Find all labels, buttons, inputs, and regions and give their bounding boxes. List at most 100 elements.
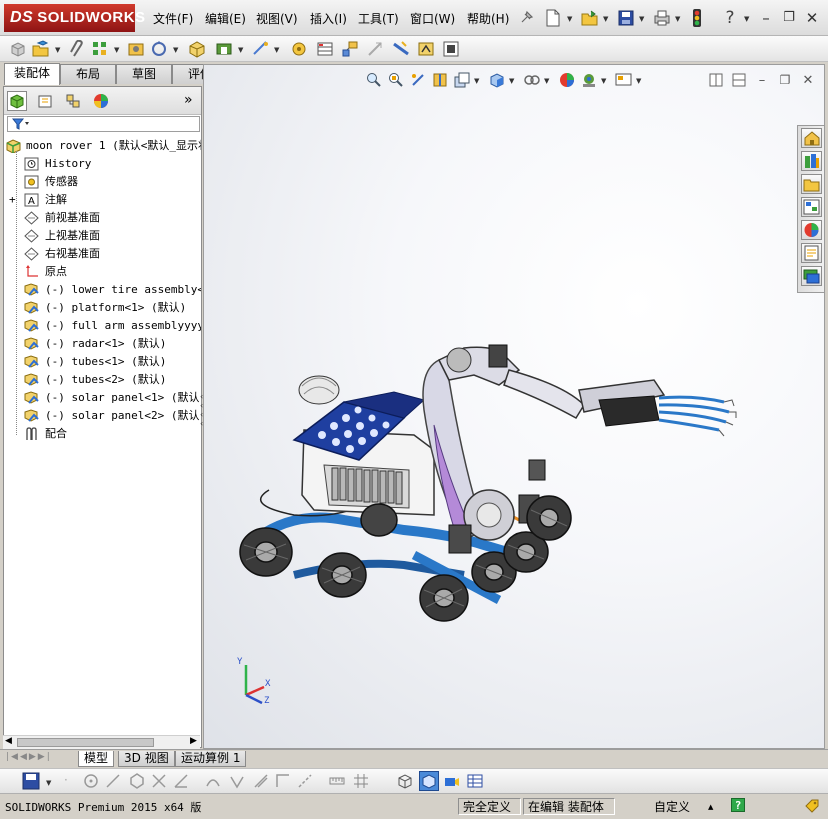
close-window-icon[interactable]: ✕ (803, 9, 821, 27)
doc-restore-icon[interactable]: ❐ (775, 70, 795, 90)
doc-close-icon[interactable]: ✕ (798, 70, 818, 90)
design-library-icon[interactable] (801, 151, 822, 171)
tree-item[interactable]: 上视基准面 (4, 227, 201, 245)
camera-icon[interactable] (443, 772, 463, 792)
display-style-icon[interactable] (522, 70, 542, 90)
ruler-icon[interactable] (328, 772, 348, 792)
tree-item[interactable]: 配合 (4, 425, 201, 443)
chevron-down-icon[interactable]: ▼ (46, 779, 51, 787)
tab-scroll-arrows-icon[interactable]: |◀◀▶▶| (6, 752, 52, 762)
exploded-view-icon[interactable] (340, 39, 360, 59)
circle-tool-icon[interactable] (82, 772, 102, 792)
graphics-area[interactable]: ▼ ▼ ▼ ▼ ▼ – ❐ ✕ Y X Z (203, 64, 825, 749)
tab-3d-views[interactable]: 3D 视图 (118, 751, 175, 767)
smart-fasteners-icon[interactable] (126, 39, 146, 59)
tree-item[interactable]: 原点 (4, 263, 201, 281)
chevron-down-icon[interactable]: ▼ (636, 77, 641, 85)
tree-item[interactable]: (-) lower tire assembly<1> (默认) (4, 281, 201, 299)
tile-vertical-icon[interactable] (729, 70, 749, 90)
new-document-icon[interactable] (543, 8, 563, 28)
section-view-icon[interactable] (430, 70, 450, 90)
tab-motion-study[interactable]: 运动算例 1 (175, 751, 247, 767)
custom-properties-icon[interactable] (801, 243, 822, 263)
chevron-down-icon[interactable]: ▼ (544, 77, 549, 85)
corner-tool-icon[interactable] (274, 772, 294, 792)
chevron-down-icon[interactable]: ▼ (744, 15, 749, 23)
solidworks-forum-icon[interactable] (801, 266, 822, 286)
tree-item[interactable]: 传感器 (4, 173, 201, 191)
reference-geometry-icon[interactable] (251, 39, 271, 59)
tree-item[interactable]: (-) platform<1> (默认) (4, 299, 201, 317)
doc-minimize-icon[interactable]: – (752, 70, 772, 90)
scroll-right-icon[interactable]: ▶ (190, 736, 197, 746)
grid-icon[interactable] (352, 772, 372, 792)
tab-sketch[interactable]: 草图 (116, 64, 172, 84)
property-manager-tab-icon[interactable] (35, 91, 55, 111)
menu-help[interactable]: 帮助(H) (467, 10, 509, 27)
point-icon[interactable]: · (64, 773, 68, 787)
expand-node-icon[interactable]: + (9, 191, 16, 209)
help-icon[interactable]: ? (720, 8, 740, 28)
chevron-down-icon[interactable]: ▼ (675, 15, 680, 23)
feature-manager-tab-icon[interactable] (7, 91, 27, 111)
chevron-down-icon[interactable]: ▼ (238, 46, 243, 54)
linear-pattern-icon[interactable] (90, 39, 110, 59)
take-snapshot-icon[interactable] (441, 39, 461, 59)
tree-horizontal-scrollbar[interactable]: ◀ ▶ (3, 735, 200, 749)
bill-of-materials-icon[interactable] (315, 39, 335, 59)
previous-view-icon[interactable] (408, 70, 428, 90)
line-tool-icon[interactable] (104, 772, 124, 792)
tab-assembly[interactable]: 装配体 (4, 63, 60, 85)
view-palette-icon[interactable] (801, 197, 822, 217)
tile-horizontal-icon[interactable] (706, 70, 726, 90)
tree-item[interactable]: + A 注解 (4, 191, 201, 209)
shaded-box-icon[interactable] (419, 771, 439, 791)
open-file-icon[interactable] (580, 8, 600, 28)
new-motion-study-icon[interactable] (289, 39, 309, 59)
view-orientation-icon[interactable] (487, 70, 507, 90)
configuration-manager-tab-icon[interactable] (63, 91, 83, 111)
solidworks-resources-icon[interactable] (801, 128, 822, 148)
menu-tools[interactable]: 工具(T) (358, 10, 399, 27)
zoom-to-fit-icon[interactable] (364, 70, 384, 90)
restore-window-icon[interactable]: ❐ (780, 9, 798, 27)
polygon-tool-icon[interactable] (128, 772, 148, 792)
mate-paperclip-icon[interactable] (67, 39, 87, 59)
tree-item[interactable]: 前视基准面 (4, 209, 201, 227)
chevron-down-icon[interactable]: ▼ (601, 77, 606, 85)
menu-file[interactable]: 文件(F) (153, 10, 193, 27)
display-manager-tab-icon[interactable] (91, 91, 111, 111)
tree-item[interactable]: (-) tubes<2> (默认) (4, 371, 201, 389)
relation-tool-icon[interactable] (228, 772, 248, 792)
offset-tool-icon[interactable] (252, 772, 272, 792)
chevron-down-icon[interactable]: ▼ (173, 46, 178, 54)
wireframe-box-icon[interactable] (396, 772, 416, 792)
tree-item[interactable]: (-) radar<1> (默认) (4, 335, 201, 353)
save-icon[interactable] (22, 772, 42, 792)
assembly-features-icon[interactable] (214, 39, 234, 59)
chevron-down-icon[interactable]: ▼ (274, 46, 279, 54)
minimize-window-icon[interactable]: – (757, 9, 775, 27)
chevron-down-icon[interactable]: ▼ (474, 77, 479, 85)
tree-item[interactable]: History (4, 155, 201, 173)
menu-window[interactable]: 窗口(W) (410, 10, 455, 27)
tree-item[interactable]: (-) tubes<1> (默认) (4, 353, 201, 371)
scroll-thumb[interactable] (17, 738, 154, 747)
rebuild-traffic-light-icon[interactable] (687, 8, 707, 28)
angle-tool-icon[interactable] (172, 772, 192, 792)
expand-panel-icon[interactable]: » (184, 92, 193, 108)
tree-item[interactable]: (-) full arm assemblyyyy<1> (默认) (4, 317, 201, 335)
menu-edit[interactable]: 编辑(E) (205, 10, 246, 27)
tree-item[interactable]: (-) solar panel<1> (默认) (4, 389, 201, 407)
explode-line-sketch-icon[interactable] (365, 39, 385, 59)
tab-model[interactable]: 模型 (78, 751, 115, 767)
chevron-down-icon[interactable]: ▼ (639, 15, 644, 23)
view-settings-icon[interactable] (614, 70, 634, 90)
edit-appearance-icon[interactable] (557, 70, 577, 90)
tree-filter-field[interactable] (7, 116, 200, 132)
tree-item[interactable]: 右视基准面 (4, 245, 201, 263)
pin-menu-icon[interactable] (516, 8, 536, 28)
update-speedpak-icon[interactable] (416, 39, 436, 59)
print-icon[interactable] (652, 8, 672, 28)
menu-insert[interactable]: 插入(I) (310, 10, 347, 27)
